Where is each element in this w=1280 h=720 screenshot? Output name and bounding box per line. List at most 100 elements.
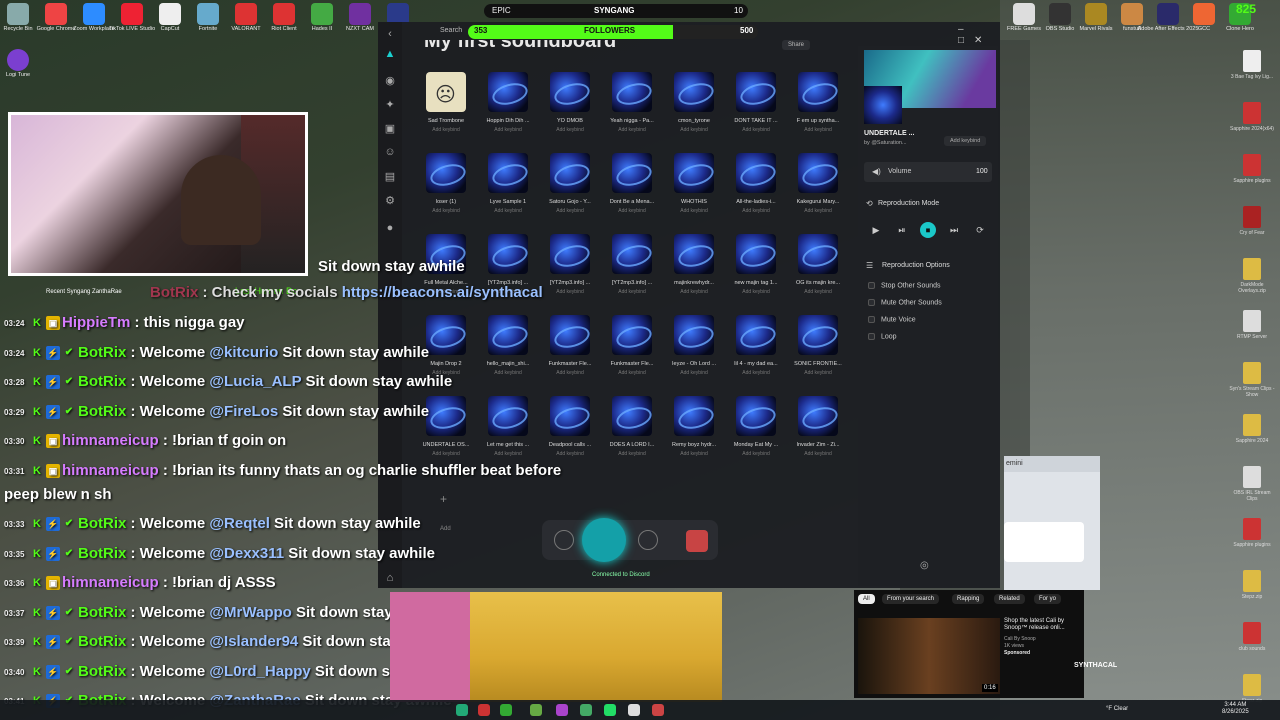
chat-username[interactable]: BotRix: [78, 545, 131, 562]
sound-pad[interactable]: new majin tag 1... Add keybind: [728, 234, 784, 314]
add-keybind-link[interactable]: Add keybind: [418, 208, 474, 214]
add-keybind-link[interactable]: Add keybind: [790, 208, 846, 214]
add-keybind-link[interactable]: Add keybind: [480, 370, 536, 376]
add-keybind-link[interactable]: Add keybind: [728, 289, 784, 295]
video-title[interactable]: Shop the latest Cali by Snoop™ release o…: [1004, 618, 1080, 632]
desktop-shortcut[interactable]: OBS Studio: [1042, 0, 1078, 46]
chat-mention[interactable]: @Islander94: [209, 633, 298, 650]
chat-username[interactable]: HippieTm: [62, 314, 135, 331]
voice-icon[interactable]: ◉: [383, 74, 397, 88]
add-keybind-link[interactable]: Add keybind: [790, 370, 846, 376]
taskbar-app-icon[interactable]: [628, 704, 640, 716]
taskbar-app-icon[interactable]: [456, 704, 468, 716]
desktop-file[interactable]: club sounds: [1228, 618, 1276, 670]
sound-pad[interactable]: Lyve Sample 1 Add keybind: [480, 153, 536, 233]
desktop-shortcut[interactable]: Google Chrome: [37, 0, 75, 46]
discord-icon[interactable]: ◎: [920, 560, 929, 571]
user-icon[interactable]: ☺: [383, 146, 397, 160]
add-keybind-link[interactable]: Add keybind: [542, 208, 598, 214]
back-arrow-icon[interactable]: ‹: [383, 28, 397, 42]
desktop-file[interactable]: 3 Bae Tag lvy Lig...: [1228, 46, 1276, 98]
play-icon[interactable]: ▶: [868, 222, 884, 238]
settings-icon[interactable]: ⚙: [383, 194, 397, 208]
sound-pad[interactable]: hello_majin_shi... Add keybind: [480, 315, 536, 395]
record-button[interactable]: [686, 530, 708, 552]
sound-pad[interactable]: Satoru Gojo - Y... Add keybind: [542, 153, 598, 233]
taskbar-app-icon[interactable]: [478, 704, 490, 716]
desktop-shortcut[interactable]: NZXT CAM: [342, 0, 378, 46]
desktop-file[interactable]: Stepz.zip: [1228, 566, 1276, 618]
share-button[interactable]: Share: [782, 40, 811, 50]
desktop-shortcut[interactable]: Fortnite: [190, 0, 226, 46]
add-keybind-link[interactable]: Add keybind: [604, 451, 660, 457]
sound-pad[interactable]: DOES A LORD I... Add keybind: [604, 396, 660, 476]
chip-rapping[interactable]: Rapping: [952, 594, 985, 604]
chat-username[interactable]: BotRix: [78, 663, 131, 680]
chat-mention[interactable]: @Reqtel: [209, 515, 269, 532]
chip-related[interactable]: Related: [994, 594, 1025, 604]
chat-username[interactable]: BotRix: [78, 633, 131, 650]
add-keybind-link[interactable]: Add keybind: [604, 370, 660, 376]
chat-mention[interactable]: @Dexx311: [209, 545, 284, 562]
chat-username[interactable]: BotRix: [78, 515, 131, 532]
desktop-shortcut[interactable]: CapCut: [152, 0, 188, 46]
add-keybind-link[interactable]: Add keybind: [790, 451, 846, 457]
sound-pad[interactable]: Ieyze - Oh Lord ... Add keybind: [666, 315, 722, 395]
sound-pad[interactable]: Yeah nigga - Pa... Add keybind: [604, 72, 660, 152]
sound-author[interactable]: by @Saturation...: [864, 140, 907, 146]
sound-pad[interactable]: majinkrewhydr... Add keybind: [666, 234, 722, 314]
clock[interactable]: 3:44 AM 8/26/2025: [1222, 702, 1249, 716]
add-keybind-link[interactable]: Add keybind: [728, 127, 784, 133]
soundboard-icon[interactable]: ▣: [383, 122, 397, 136]
add-keybind-link[interactable]: Add keybind: [666, 208, 722, 214]
add-keybind-link[interactable]: Add keybind: [604, 127, 660, 133]
sound-pad[interactable]: lil 4 - my dad ea... Add keybind: [728, 315, 784, 395]
add-keybind-link[interactable]: Add keybind: [480, 127, 536, 133]
taskbar-app-icon[interactable]: [604, 704, 616, 716]
taskbar-app-icon[interactable]: [652, 704, 664, 716]
taskbar-app-icon[interactable]: [530, 704, 542, 716]
desktop-shortcut[interactable]: TikTok LIVE Studio: [109, 0, 155, 46]
chat-username[interactable]: BotRix: [78, 604, 131, 621]
chat-mention[interactable]: @L0rd_Happy: [209, 663, 310, 680]
add-keybind-link[interactable]: Add keybind: [666, 370, 722, 376]
mic-toggle-button[interactable]: [582, 518, 626, 562]
add-keybind-link[interactable]: Add keybind: [728, 370, 784, 376]
sound-pad[interactable]: OG its majin kre... Add keybind: [790, 234, 846, 314]
desktop-shortcut[interactable]: FREE Games: [1006, 0, 1042, 46]
shop-icon[interactable]: ▤: [383, 170, 397, 184]
chat-mention[interactable]: @FireLos: [209, 403, 278, 420]
taskbar-app-icon[interactable]: [580, 704, 592, 716]
sound-pad[interactable]: ☹ Sad Trombone Add keybind: [418, 72, 474, 152]
add-keybind-link[interactable]: Add keybind: [542, 127, 598, 133]
desktop-shortcut[interactable]: funstuff: [1114, 0, 1150, 46]
taskbar-app-icon[interactable]: [500, 704, 512, 716]
desktop-file[interactable]: Cry of Fear: [1228, 202, 1276, 254]
sound-pad[interactable]: Remy boyz hydr... Add keybind: [666, 396, 722, 476]
desktop-shortcut[interactable]: Logi Tune: [0, 46, 36, 92]
desktop-file[interactable]: DarkMode Overlays.zip: [1228, 254, 1276, 306]
weather-widget[interactable]: °F Clear: [1106, 706, 1128, 712]
chat-username[interactable]: himnameicup: [62, 432, 163, 449]
sound-pad[interactable]: Monday Eat My ... Add keybind: [728, 396, 784, 476]
sound-pad[interactable]: DONT TAKE IT ... Add keybind: [728, 72, 784, 152]
add-keybind-link[interactable]: Add keybind: [666, 127, 722, 133]
effects-icon[interactable]: ✦: [383, 98, 397, 112]
mute-voice-checkbox[interactable]: Mute Voice: [868, 316, 916, 323]
sound-pad[interactable]: Dont Be a Mena... Add keybind: [604, 153, 660, 233]
add-keybind-link[interactable]: Add keybind: [418, 127, 474, 133]
desktop-file[interactable]: RTMP Server: [1228, 306, 1276, 358]
sound-pad[interactable]: SONIC FRONTIE... Add keybind: [790, 315, 846, 395]
chat-username[interactable]: BotRix: [150, 284, 203, 301]
sound-pad[interactable]: [YT2mp3.info] ... Add keybind: [542, 234, 598, 314]
mute-other-sounds-checkbox[interactable]: Mute Other Sounds: [868, 299, 942, 306]
profile-icon[interactable]: ⌂: [383, 572, 397, 586]
chat-mention[interactable]: @kitcurio: [209, 344, 278, 361]
add-keybind-link[interactable]: Add keybind: [542, 451, 598, 457]
desktop-file[interactable]: Syn's Stream Clips - Show: [1228, 358, 1276, 410]
desktop-shortcut[interactable]: Hades II: [304, 0, 340, 46]
sound-pad[interactable]: Funkmaster Fle... Add keybind: [542, 315, 598, 395]
volume-control[interactable]: ◀) Volume 100: [864, 162, 992, 182]
desktop-shortcut[interactable]: Riot Client: [266, 0, 302, 46]
desktop-file[interactable]: Sapphire 2024(x64): [1228, 98, 1276, 150]
